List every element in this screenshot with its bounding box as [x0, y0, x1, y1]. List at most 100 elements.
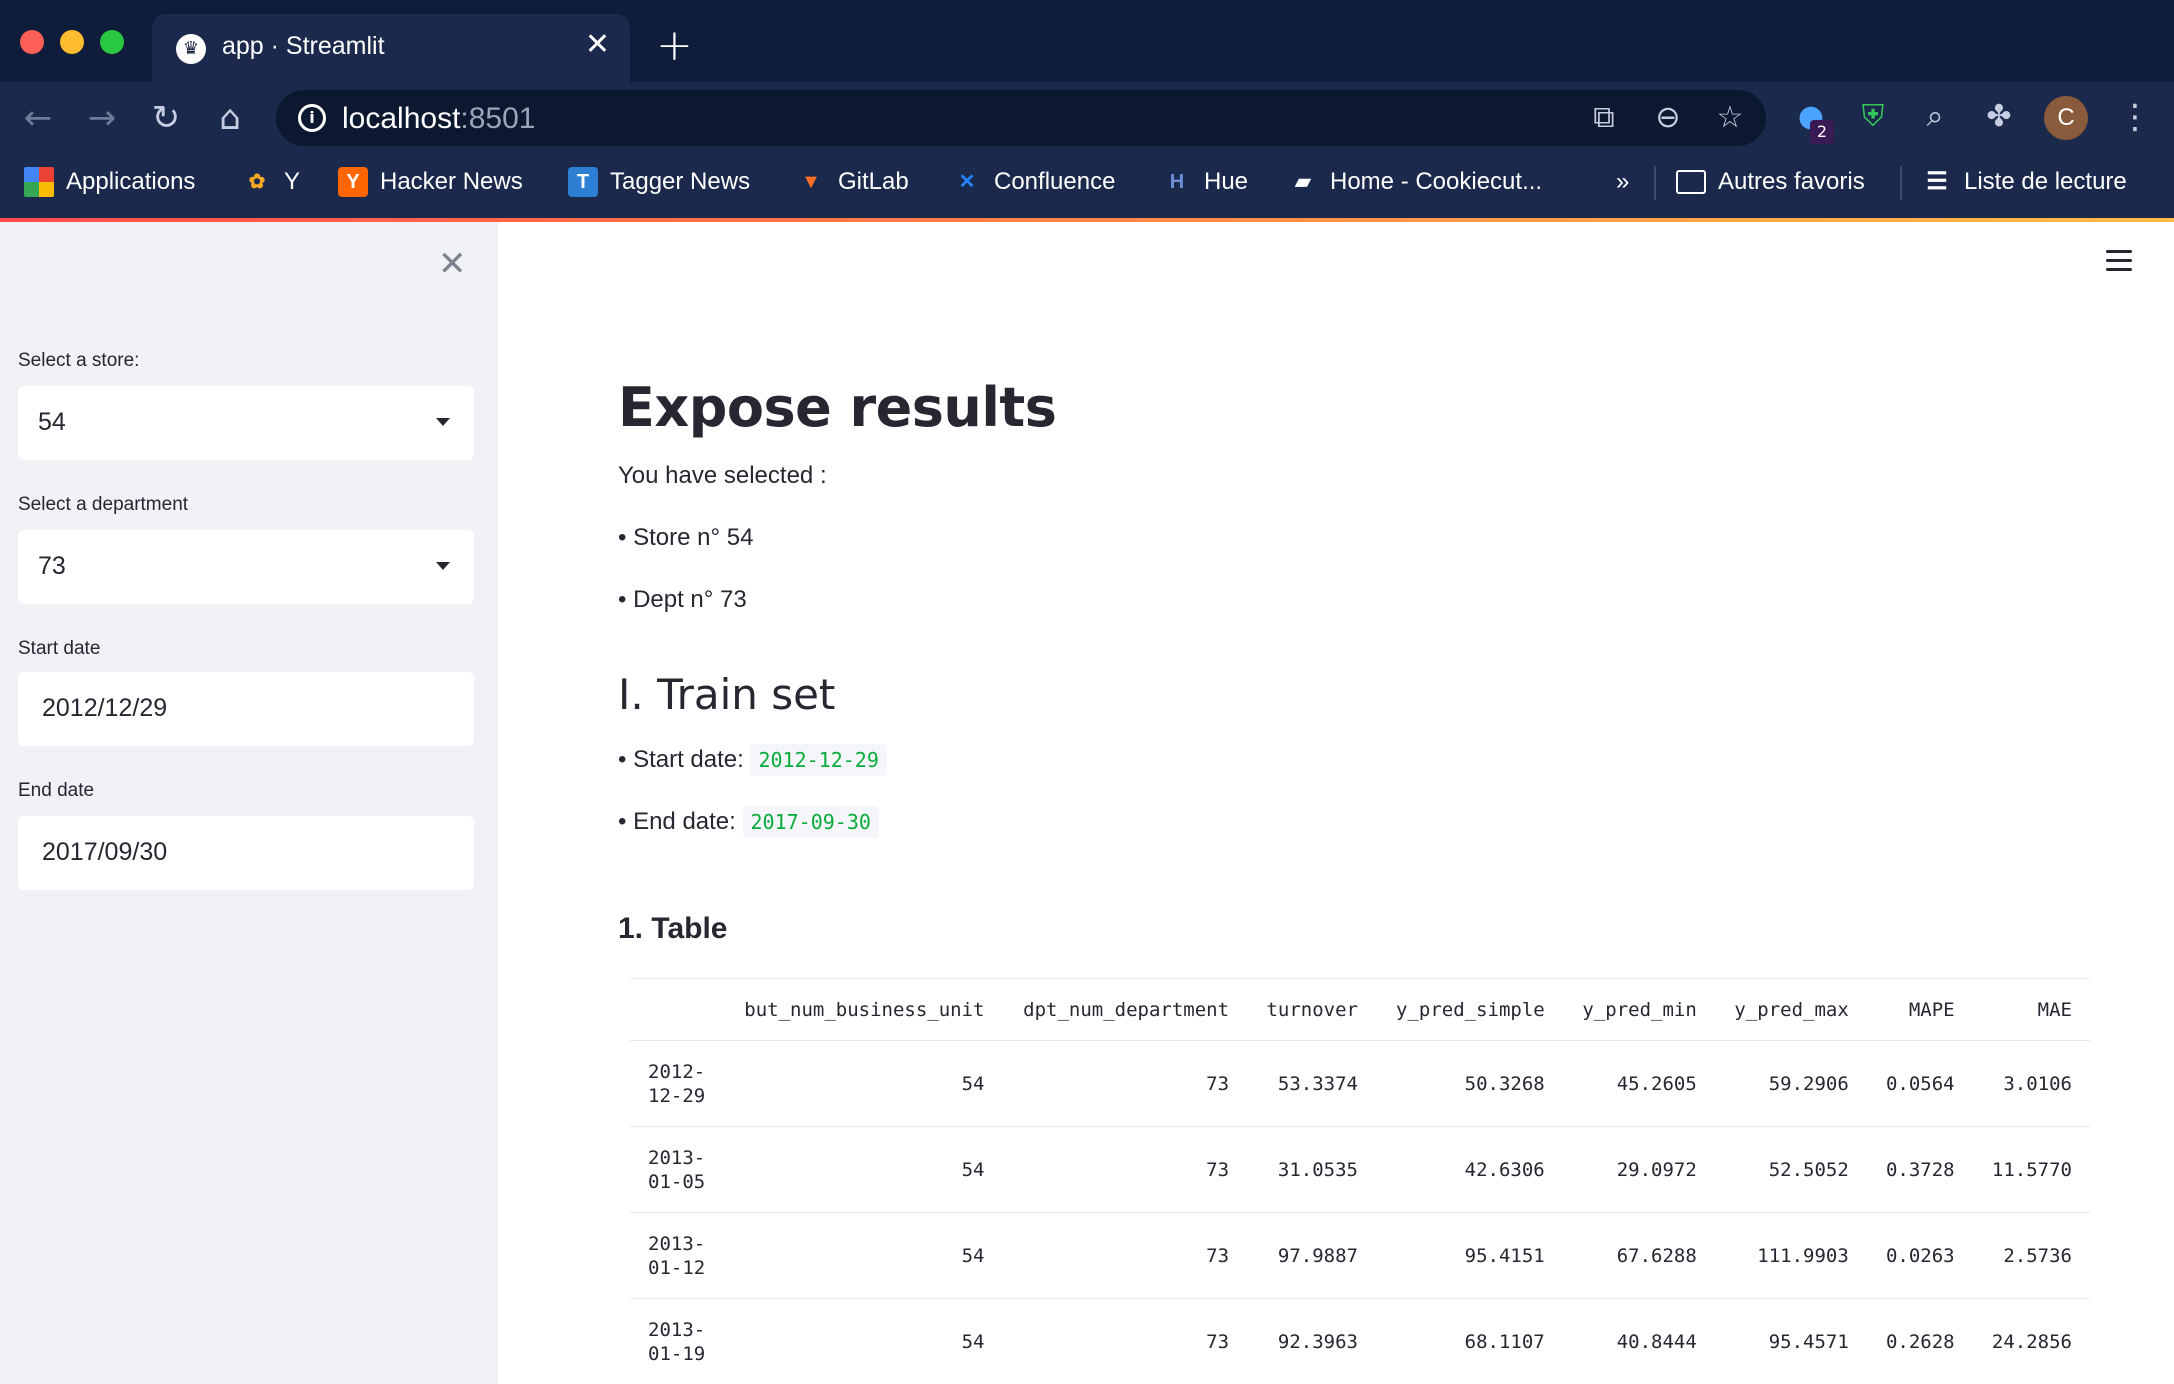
back-arrow-icon[interactable]: ←: [18, 98, 58, 138]
column-header[interactable]: y_pred_simple: [1376, 979, 1563, 1041]
sidebar: ✕ Select a store: 54 Select a department…: [0, 222, 498, 1384]
results-table: but_num_business_unit dpt_num_department…: [630, 978, 2090, 1384]
table-cell: 24.2856: [1991, 1330, 2072, 1353]
selected-store-line: • Store n° 54: [618, 524, 754, 551]
table-cell: 0.3728: [1885, 1158, 1955, 1181]
table-cell: 73: [1206, 1330, 1230, 1353]
table-cell: 54: [961, 1158, 985, 1181]
tab-close-icon[interactable]: ✕: [585, 28, 610, 62]
store-select-value: 54: [38, 408, 66, 436]
book-icon: ▰: [1295, 171, 1311, 193]
end-date-prefix: • End date:: [618, 808, 743, 835]
table-row: 2013-01-12 54 73 97.9887 95.4151 67.6288…: [630, 1213, 2090, 1299]
column-header[interactable]: y_pred_min: [1563, 979, 1715, 1041]
shield-check-icon[interactable]: ⛨: [1852, 96, 1894, 138]
bookmark-y[interactable]: ✿ Y: [242, 164, 300, 200]
table-cell: 3.0106: [2003, 1072, 2072, 1095]
reading-list-button[interactable]: ☰ Liste de lecture: [1922, 164, 2127, 200]
reload-icon[interactable]: ↻: [146, 98, 186, 138]
column-header[interactable]: MAE: [1973, 979, 2090, 1041]
bookmark-label: Hue: [1204, 168, 1249, 195]
bookmark-label: GitLab: [838, 168, 909, 195]
zoom-out-icon[interactable]: ⊖: [1650, 100, 1686, 136]
column-header[interactable]: turnover: [1247, 979, 1376, 1041]
table-cell: 40.8444: [1616, 1330, 1697, 1353]
bookmark-tagger-news[interactable]: T Tagger News: [568, 164, 750, 200]
table-cell: 0.2628: [1885, 1330, 1955, 1353]
profile-avatar[interactable]: C: [2044, 96, 2088, 140]
bookmark-separator: [1900, 166, 1902, 200]
row-index: 2012-12-29: [648, 1060, 706, 1107]
tab-title: app · Streamlit: [222, 32, 385, 60]
bookmark-hacker-news[interactable]: Y Hacker News: [338, 164, 523, 200]
index-header: [630, 979, 723, 1041]
home-icon[interactable]: ⌂: [210, 98, 250, 138]
bookmark-cookiecutter[interactable]: ▰ Home - Cookiecut...: [1288, 164, 1542, 200]
column-header[interactable]: MAPE: [1867, 979, 1973, 1041]
browser-menu-icon[interactable]: ⋮: [2118, 96, 2152, 138]
new-tab-button[interactable]: +: [656, 22, 693, 70]
end-date-input[interactable]: 2017/09/30: [18, 816, 474, 890]
table-cell: 50.3268: [1464, 1072, 1545, 1095]
gitlab-icon: ▼: [801, 171, 821, 193]
browser-chrome: ♛ app · Streamlit ✕ + ← → ↻ ⌂ i localhos…: [0, 0, 2174, 222]
table-cell: 29.0972: [1616, 1158, 1697, 1181]
column-header[interactable]: dpt_num_department: [1002, 979, 1247, 1041]
start-date-input[interactable]: 2012/12/29: [18, 672, 474, 746]
address-bar[interactable]: i localhost:8501 ⧉ ⊖ ☆: [276, 90, 1766, 146]
department-select-value: 73: [38, 552, 66, 580]
forward-arrow-icon[interactable]: →: [82, 98, 122, 138]
store-label: Select a store:: [18, 350, 140, 371]
bookmarks-overflow-button[interactable]: »: [1616, 164, 1629, 200]
bookmark-other-favorites[interactable]: Autres favoris: [1676, 164, 1865, 200]
extension-badge: 2: [1810, 120, 1834, 144]
bookmark-hue[interactable]: H Hue: [1162, 164, 1248, 200]
hue-icon: H: [1169, 171, 1185, 193]
hacker-news-icon: Y: [338, 167, 368, 197]
window-minimize-button[interactable]: [60, 30, 84, 54]
reading-list-icon: ☰: [1926, 168, 1948, 195]
table-cell: 73: [1206, 1158, 1230, 1181]
bookmarks-overflow-label: »: [1616, 168, 1630, 195]
pinwheel-icon: ✿: [248, 171, 266, 193]
site-info-icon[interactable]: i: [298, 104, 326, 132]
end-date-label: End date: [18, 780, 95, 801]
url-port: :8501: [460, 102, 536, 135]
window-close-button[interactable]: [20, 30, 44, 54]
table-cell: 68.1107: [1464, 1330, 1545, 1353]
bookmark-star-icon[interactable]: ☆: [1712, 100, 1748, 136]
sidebar-close-icon[interactable]: ✕: [438, 244, 467, 284]
browser-tab[interactable]: ♛ app · Streamlit ✕: [152, 14, 630, 82]
department-select[interactable]: 73: [18, 530, 474, 604]
window-maximize-button[interactable]: [100, 30, 124, 54]
table-cell: 0.0564: [1885, 1072, 1955, 1095]
table-cell: 73: [1206, 1072, 1230, 1095]
bookmark-applications[interactable]: Applications: [24, 164, 195, 200]
table-cell: 42.6306: [1464, 1158, 1545, 1181]
search-extension-icon[interactable]: ⌕: [1914, 96, 1956, 138]
bookmark-label: Tagger News: [610, 168, 751, 195]
table-cell: 54: [961, 1244, 985, 1267]
column-header[interactable]: y_pred_max: [1715, 979, 1867, 1041]
table-cell: 0.0263: [1885, 1244, 1955, 1267]
table-cell: 31.0535: [1277, 1158, 1358, 1181]
table-cell: 54: [961, 1072, 985, 1095]
bookmark-label: Hacker News: [380, 168, 523, 195]
table-row: 2013-01-05 54 73 31.0535 42.6306 29.0972…: [630, 1127, 2090, 1213]
row-index: 2013-01-12: [648, 1232, 706, 1279]
puzzle-extensions-icon[interactable]: ✤: [1978, 96, 2020, 138]
browser-toolbar: ← → ↻ ⌂ i localhost:8501 ⧉ ⊖ ☆ ● 2 ⛨ ⌕ ✤…: [0, 82, 2174, 154]
bookmark-confluence[interactable]: ✕ Confluence: [952, 164, 1116, 200]
apps-grid-icon: [24, 167, 54, 197]
table-cell: 45.2605: [1616, 1072, 1697, 1095]
tab-strip: ♛ app · Streamlit ✕ +: [0, 0, 2174, 82]
table-cell: 53.3374: [1277, 1072, 1358, 1095]
hamburger-menu-icon[interactable]: [2106, 250, 2132, 272]
confluence-icon: ✕: [958, 171, 976, 193]
column-header[interactable]: but_num_business_unit: [723, 979, 1002, 1041]
url-host: localhost: [342, 102, 461, 135]
bookmark-gitlab[interactable]: ▼ GitLab: [796, 164, 909, 200]
translate-icon[interactable]: ⧉: [1586, 100, 1622, 136]
table-header-row: but_num_business_unit dpt_num_department…: [630, 978, 2090, 1041]
store-select[interactable]: 54: [18, 386, 474, 460]
